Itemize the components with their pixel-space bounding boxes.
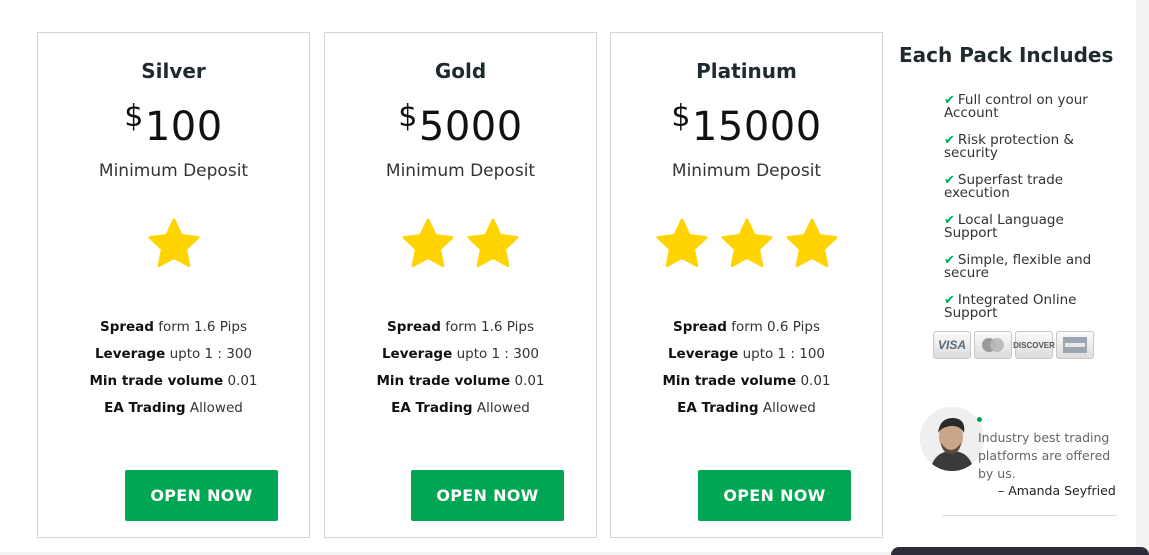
price-amount: 15000 — [691, 104, 822, 150]
plan-card-silver: Silver $100 Minimum Deposit Spread form … — [37, 32, 310, 538]
feature-item: ✔ Integrated Online Support — [944, 292, 1077, 321]
plan-specs: Spread form 1.6 Pips Leverage upto 1 : 3… — [325, 314, 596, 422]
feature-list: ✔ Full control on your Account ✔ Risk prot… — [944, 92, 1114, 334]
plan-specs: Spread form 0.6 Pips Leverage upto 1 : 1… — [611, 314, 882, 422]
plan-specs: Spread form 1.6 Pips Leverage upto 1 : 3… — [38, 314, 309, 422]
plan-card-gold: Gold $5000 Minimum Deposit Spread form 1… — [324, 32, 597, 538]
star-icon — [465, 217, 521, 271]
rating-stars — [38, 217, 309, 271]
sidebar-title: Each Pack Includes — [899, 43, 1114, 67]
star-icon — [719, 217, 775, 271]
spec-leverage: Leverage upto 1 : 300 — [381, 346, 540, 362]
price-amount: 100 — [144, 104, 223, 150]
plan-price: $100 — [38, 99, 309, 150]
price-label: Minimum Deposit — [98, 161, 249, 181]
price-label: Minimum Deposit — [385, 161, 536, 181]
feature-item: ✔ Simple, flexible and secure — [944, 252, 1092, 281]
testimonial-quote: Industry best trading platforms are offe… — [978, 430, 1111, 481]
rating-stars — [325, 217, 596, 271]
spec-ea-trading: EA Trading Allowed — [391, 400, 530, 416]
price-amount: 5000 — [418, 104, 523, 150]
discover-card-icon: DISCOVER — [1013, 331, 1055, 359]
currency-symbol: $ — [398, 99, 418, 134]
spec-ea-trading: EA Trading Allowed — [677, 400, 816, 416]
spec-spread: Spread form 1.6 Pips — [99, 319, 247, 335]
plan-price: $5000 — [325, 99, 596, 150]
currency-symbol: $ — [671, 99, 691, 134]
star-icon — [784, 217, 840, 271]
plan-title: Silver — [141, 59, 206, 83]
spec-spread: Spread form 1.6 Pips — [386, 319, 534, 335]
star-icon — [400, 217, 456, 271]
spec-spread: Spread form 0.6 Pips — [672, 319, 820, 335]
spec-min-volume: Min trade volume 0.01 — [376, 373, 545, 389]
plan-card-platinum: Platinum $15000 Minimum Deposit Spread f… — [610, 32, 883, 538]
divider — [942, 515, 1117, 516]
feature-item: ✔ Full control on your Account — [944, 92, 1088, 121]
feature-item: ✔ Local Language Support — [944, 212, 1064, 241]
open-now-button-silver[interactable]: OPEN NOW — [125, 470, 278, 521]
star-icon — [146, 217, 202, 271]
spec-min-volume: Min trade volume 0.01 — [662, 373, 831, 389]
open-now-button-platinum[interactable]: OPEN NOW — [698, 470, 851, 521]
spec-leverage: Leverage upto 1 : 100 — [667, 346, 826, 362]
status-dot — [977, 417, 982, 422]
spec-ea-trading: EA Trading Allowed — [104, 400, 243, 416]
open-now-button-gold[interactable]: OPEN NOW — [411, 470, 564, 521]
spec-min-volume: Min trade volume 0.01 — [89, 373, 258, 389]
currency-symbol: $ — [124, 99, 144, 134]
spec-leverage: Leverage upto 1 : 300 — [94, 346, 253, 362]
bottom-widget-bar[interactable] — [891, 547, 1149, 555]
testimonial-avatar — [920, 407, 984, 471]
testimonial-author: – Amanda Seyfried — [998, 483, 1116, 498]
feature-item: ✔ Risk protection & security — [944, 132, 1074, 161]
visa-card-icon: VISA — [933, 331, 971, 359]
amex-card-icon — [1056, 331, 1094, 359]
star-icon — [654, 217, 710, 271]
feature-item: ✔ Superfast trade execution — [944, 172, 1064, 201]
mastercard-icon — [974, 331, 1012, 359]
price-label: Minimum Deposit — [671, 161, 822, 181]
plan-price: $15000 — [611, 99, 882, 150]
plan-title: Platinum — [696, 59, 797, 83]
payment-methods: VISA DISCOVER — [933, 331, 1094, 359]
plan-title: Gold — [434, 59, 487, 83]
page: Silver $100 Minimum Deposit Spread form … — [0, 0, 1136, 552]
rating-stars — [611, 217, 882, 271]
